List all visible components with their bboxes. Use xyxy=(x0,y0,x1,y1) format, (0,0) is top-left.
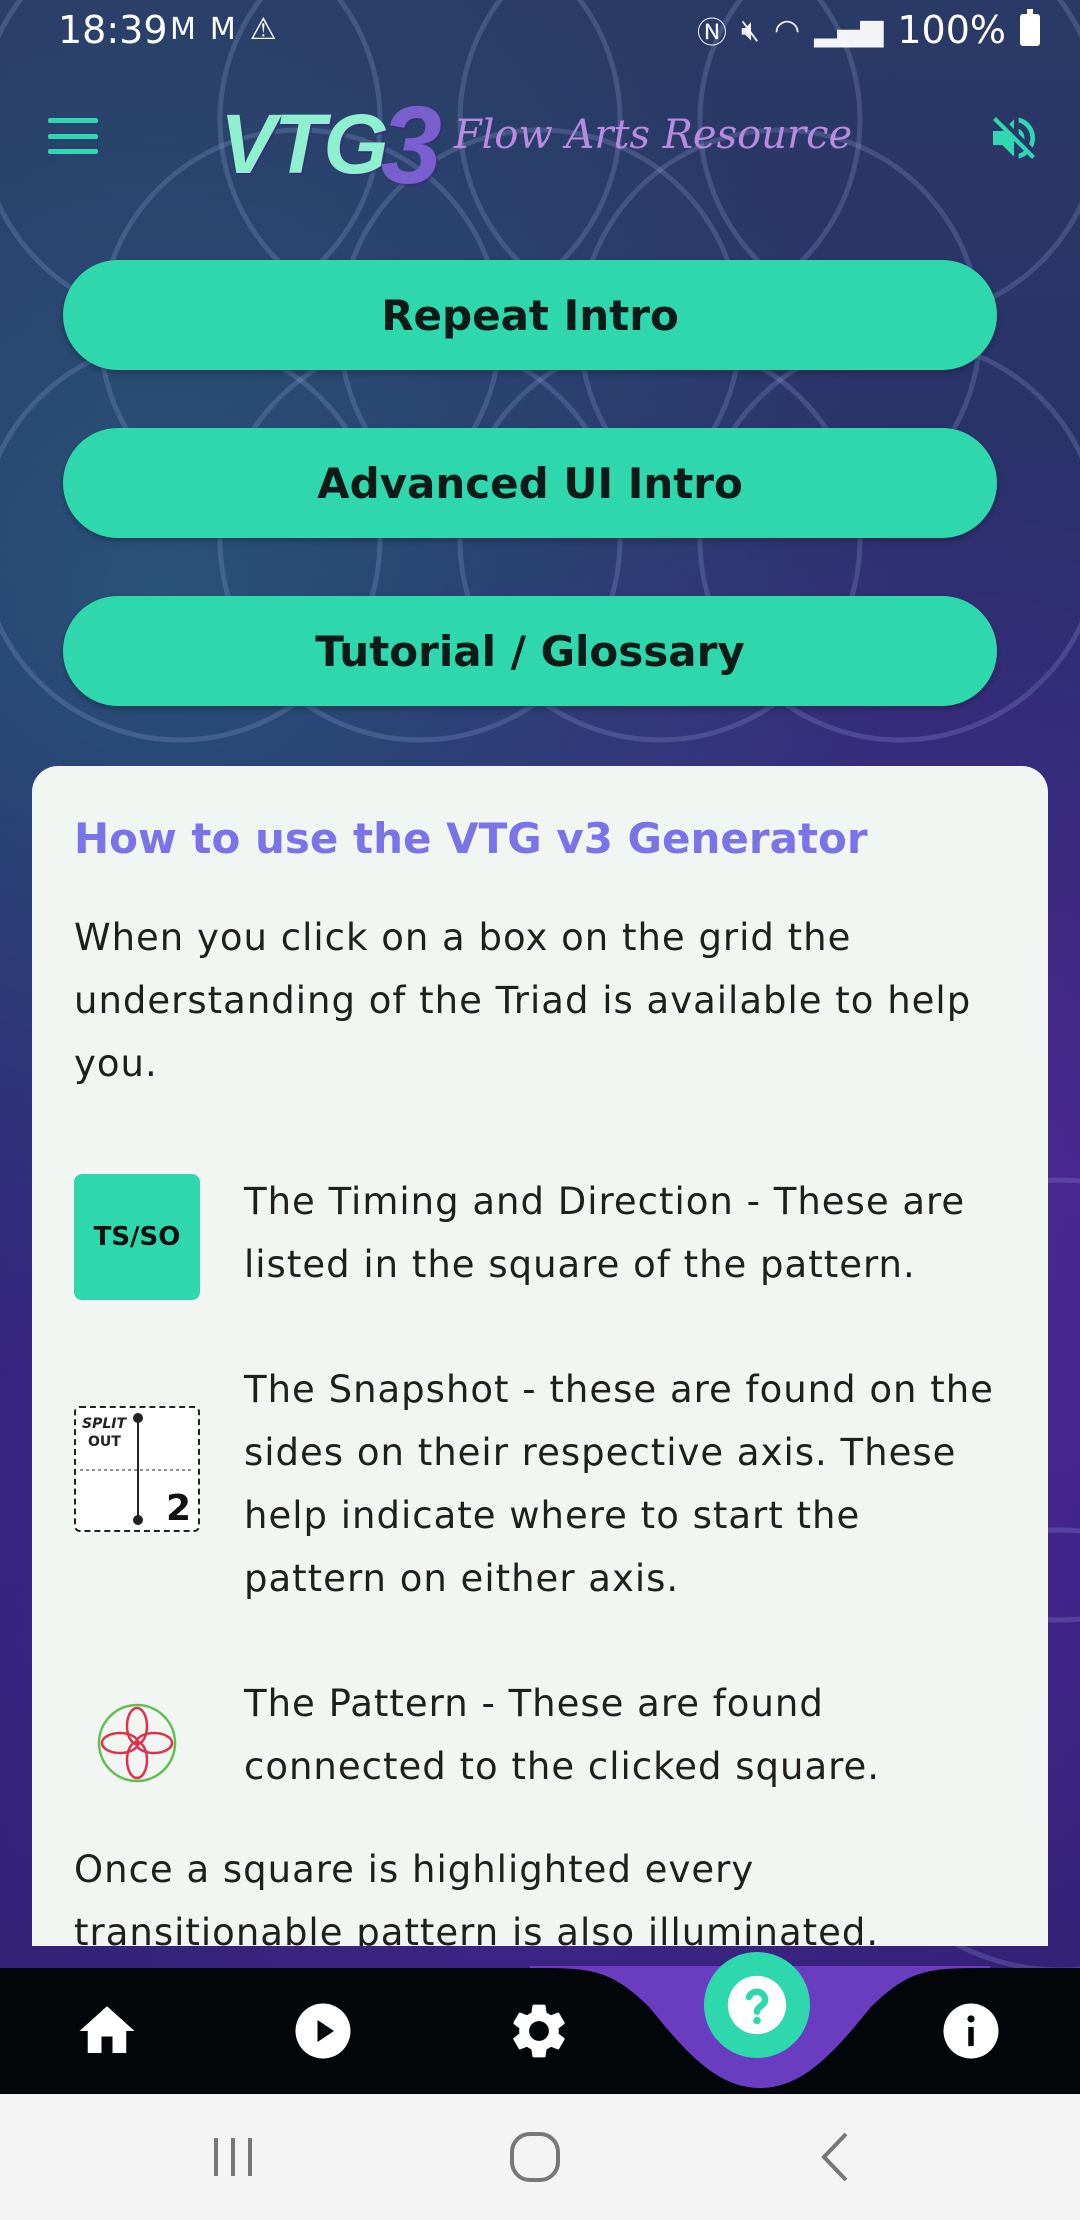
list-item-text: The Snapshot - these are found on the si… xyxy=(244,1368,994,1600)
svg-text:SPLIT: SPLIT xyxy=(82,1416,127,1432)
list-item-text: The Pattern - These are found connected … xyxy=(244,1682,881,1788)
battery-icon xyxy=(1020,9,1040,46)
logo-subtitle: Flow Arts Resource xyxy=(453,112,853,158)
snapshot-thumbnail: SPLIT OUT 2 xyxy=(74,1406,200,1532)
tutorial-glossary-button[interactable]: Tutorial / Glossary xyxy=(63,596,997,706)
repeat-intro-button[interactable]: Repeat Intro xyxy=(63,260,997,370)
signal-icon: ▂▄▆ xyxy=(814,12,884,48)
card-title: How to use the VTG v3 Generator xyxy=(74,814,868,863)
logo-number: 3 xyxy=(380,83,442,207)
outro-text: Once a square is highlighted every trans… xyxy=(74,1848,880,1946)
app-bar: VTG3 Flow Arts Resource xyxy=(0,70,1080,207)
hamburger-icon[interactable] xyxy=(48,118,98,154)
info-icon[interactable] xyxy=(938,1998,1004,2064)
system-navigation-bar xyxy=(0,2094,1080,2220)
mute-icon: 🔇︎ xyxy=(741,12,760,48)
logo-text: VTG xyxy=(220,96,389,191)
pattern-thumbnail xyxy=(74,1680,200,1806)
back-icon[interactable] xyxy=(800,2124,870,2190)
intro-text: When you click on a box on the grid the … xyxy=(74,916,972,1085)
help-icon[interactable] xyxy=(704,1952,810,2058)
app-logo: VTG3 Flow Arts Resource xyxy=(220,80,853,207)
recent-apps-icon[interactable] xyxy=(198,2124,268,2190)
home-button-icon[interactable] xyxy=(500,2124,570,2190)
battery-level: 100% xyxy=(897,8,1006,52)
svg-text:2: 2 xyxy=(166,1488,191,1529)
volume-off-icon[interactable] xyxy=(986,110,1042,166)
timing-direction-thumbnail: TS/SO xyxy=(74,1174,200,1300)
status-time: 18:39 xyxy=(58,8,168,52)
svg-text:OUT: OUT xyxy=(88,1434,121,1450)
help-card: How to use the VTG v3 Generator When you… xyxy=(32,766,1048,1946)
warning-icon: ⚠ xyxy=(249,12,277,47)
settings-icon[interactable] xyxy=(506,1998,572,2064)
advanced-ui-intro-button[interactable]: Advanced UI Intro xyxy=(63,428,997,538)
wifi-icon: ◠ xyxy=(773,12,801,48)
bottom-navigation xyxy=(0,1966,1080,2094)
gmail-icon: M xyxy=(209,12,236,47)
home-icon[interactable] xyxy=(74,1998,140,2064)
gmail-icon: M xyxy=(170,12,196,47)
play-icon[interactable] xyxy=(290,1998,356,2064)
status-bar: 18:39 M M ⚠ Ⓝ 🔇︎ ◠ ▂▄▆ 100% xyxy=(0,0,1080,64)
nfc-icon: Ⓝ xyxy=(697,16,728,51)
list-item-text: The Timing and Direction - These are lis… xyxy=(244,1180,966,1286)
